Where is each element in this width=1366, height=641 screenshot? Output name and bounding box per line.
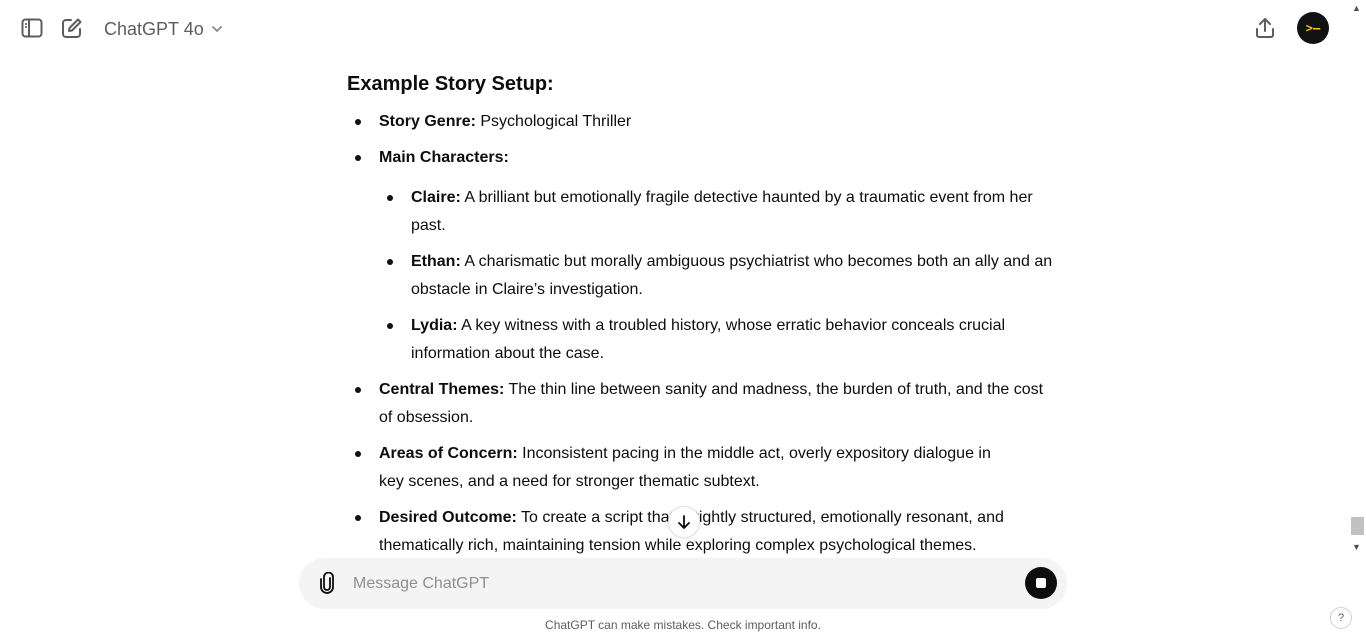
scroll-up-arrow[interactable]: ▲ <box>1352 3 1361 13</box>
message-input[interactable] <box>351 572 1005 596</box>
attach-button[interactable] <box>315 571 339 595</box>
list-item-themes: Central Themes: The thin line between sa… <box>379 376 1059 432</box>
themes-label: Central Themes: <box>379 381 505 398</box>
bullet <box>387 323 393 329</box>
help-button[interactable]: ? <box>1330 607 1352 629</box>
ethan-label: Ethan: <box>411 253 461 270</box>
arrow-down-icon <box>678 515 690 529</box>
disclaimer: ChatGPT can make mistakes. Check importa… <box>545 618 821 632</box>
bullet <box>355 155 361 161</box>
sidebar-toggle-button[interactable] <box>20 16 44 40</box>
list-item-claire: Claire: A brilliant but emotionally frag… <box>411 184 1051 240</box>
characters-label: Main Characters: <box>379 149 509 166</box>
avatar-text: >— <box>1305 21 1321 35</box>
chevron-down-icon <box>211 26 222 32</box>
list-item-ethan: Ethan: A charismatic but morally ambiguo… <box>411 248 1056 304</box>
model-label: ChatGPT 4o <box>104 18 204 39</box>
claire-text: A brilliant but emotionally fragile dete… <box>411 189 1033 234</box>
share-icon <box>1256 18 1274 38</box>
avatar[interactable]: >— <box>1297 12 1329 44</box>
sidebar-toggle-icon <box>21 18 43 38</box>
lydia-label: Lydia: <box>411 317 458 334</box>
assistant-message: Example Story Setup: <box>347 66 1067 102</box>
bullet <box>355 119 361 125</box>
stop-generating-button[interactable] <box>1025 567 1057 599</box>
bullet <box>355 387 361 393</box>
new-chat-button[interactable] <box>60 16 84 40</box>
scrollbar-thumb[interactable] <box>1351 517 1364 535</box>
story-heading: Example Story Setup: <box>347 73 554 95</box>
stop-icon <box>1036 578 1046 588</box>
paperclip-icon <box>320 572 334 594</box>
top-bar: ChatGPT 4o >— <box>0 0 1366 56</box>
list-item-concerns: Areas of Concern: Inconsistent pacing in… <box>379 440 1019 496</box>
list-item-lydia: Lydia: A key witness with a troubled his… <box>411 312 1051 368</box>
list-item-characters: Main Characters: <box>379 144 1059 172</box>
bullet <box>355 515 361 521</box>
claire-label: Claire: <box>411 189 461 206</box>
genre-label: Story Genre: <box>379 113 476 130</box>
scroll-to-bottom-button[interactable] <box>668 506 700 538</box>
scroll-down-arrow[interactable]: ▼ <box>1352 542 1361 552</box>
list-item-genre: Story Genre: Psychological Thriller <box>379 108 1059 136</box>
new-chat-icon <box>62 18 82 38</box>
ethan-text: A charismatic but morally ambiguous psyc… <box>411 253 1053 298</box>
concerns-label: Areas of Concern: <box>379 445 518 462</box>
scrollbar[interactable] <box>1350 0 1366 556</box>
lydia-text: A key witness with a troubled history, w… <box>411 317 1006 362</box>
model-selector[interactable]: ChatGPT 4o <box>104 16 224 42</box>
question-icon: ? <box>1337 612 1345 624</box>
share-button[interactable] <box>1253 16 1277 40</box>
bullet <box>355 451 361 457</box>
bullet <box>387 259 393 265</box>
bullet <box>387 195 393 201</box>
genre-text: Psychological Thriller <box>475 113 632 130</box>
outcome-label: Desired Outcome: <box>379 509 517 526</box>
